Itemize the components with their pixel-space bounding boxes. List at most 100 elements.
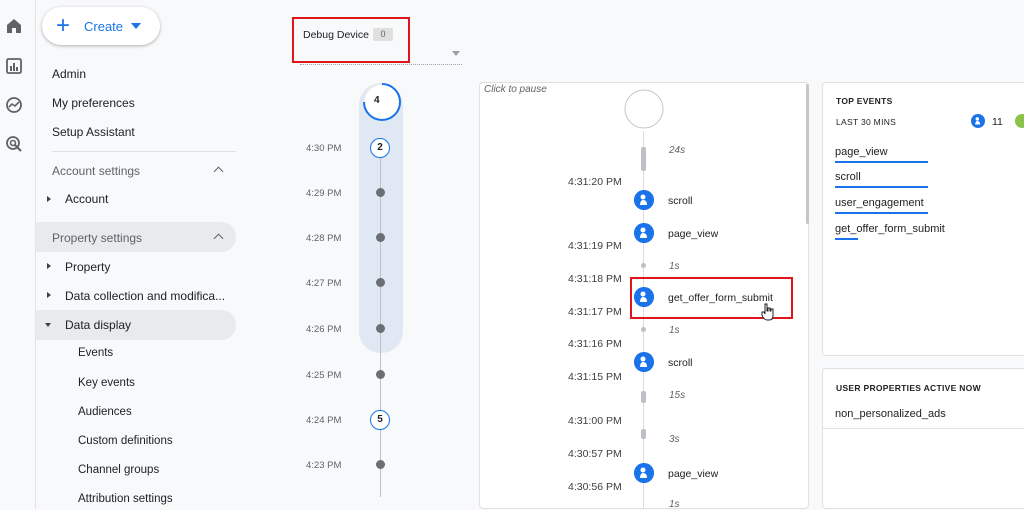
- sidebar-item-key-events[interactable]: Key events: [78, 377, 135, 389]
- minute-time: 4:28 PM: [306, 233, 342, 244]
- sidebar-item-admin[interactable]: Admin: [52, 67, 86, 81]
- top-events-title: TOP EVENTS: [836, 96, 893, 106]
- event-user-icon: [634, 223, 654, 243]
- stream-current-indicator: [624, 89, 664, 129]
- user-properties-title: USER PROPERTIES ACTIVE NOW: [836, 383, 981, 393]
- gap-label: 1s: [669, 499, 680, 510]
- event-name[interactable]: page_view: [668, 468, 718, 480]
- gap-dot: [641, 327, 646, 332]
- minute-dot[interactable]: [376, 278, 385, 287]
- top-event-bar: [835, 161, 928, 163]
- create-button[interactable]: + Create: [42, 7, 160, 45]
- hand-cursor-icon: [761, 303, 774, 321]
- admin-sidebar: + Create Admin My preferences Setup Assi…: [36, 0, 246, 509]
- dropdown-arrow-icon[interactable]: [452, 51, 460, 56]
- top-event-bar: [835, 212, 928, 214]
- second-time: 4:31:15 PM: [568, 371, 622, 383]
- second-time: 4:31:18 PM: [568, 273, 622, 285]
- gap-bar: [641, 147, 646, 171]
- expand-arrow-icon[interactable]: [47, 263, 51, 269]
- nav-rail: [0, 0, 36, 509]
- advertising-icon[interactable]: [5, 135, 23, 153]
- gap-dot: [641, 263, 646, 268]
- debug-device-select[interactable]: [300, 64, 462, 65]
- explore-icon[interactable]: [5, 96, 23, 114]
- debug-device-label: Debug Device: [303, 29, 369, 41]
- minute-time: 4:23 PM: [306, 460, 342, 471]
- second-time: 4:31:20 PM: [568, 176, 622, 188]
- reports-icon[interactable]: [5, 57, 23, 75]
- event-user-icon: [634, 352, 654, 372]
- caret-down-icon: [131, 23, 142, 29]
- home-icon[interactable]: [5, 17, 23, 35]
- top-event-item[interactable]: page_view: [835, 146, 888, 158]
- event-user-icon: [634, 287, 654, 307]
- second-time: 4:31:00 PM: [568, 415, 622, 427]
- minute-time: 4:24 PM: [306, 415, 342, 426]
- minutes-current-indicator: [363, 83, 401, 121]
- minute-time: 4:26 PM: [306, 324, 342, 335]
- minute-dot[interactable]: [376, 233, 385, 242]
- second-time: 4:31:17 PM: [568, 306, 622, 318]
- minute-time: 4:25 PM: [306, 370, 342, 381]
- event-user-icon: [634, 190, 654, 210]
- sidebar-item-data-collection[interactable]: Data collection and modifica...: [65, 289, 225, 303]
- second-time: 4:31:16 PM: [568, 338, 622, 350]
- sidebar-item-channel-groups[interactable]: Channel groups: [78, 464, 159, 476]
- plus-icon: +: [56, 12, 71, 39]
- minutes-badge-current[interactable]: 4: [374, 95, 380, 106]
- minute-dot[interactable]: [376, 188, 385, 197]
- gap-bar: [641, 391, 646, 403]
- minute-time: 4:29 PM: [306, 188, 342, 199]
- event-name[interactable]: scroll: [668, 357, 693, 369]
- sidebar-item-property[interactable]: Property: [65, 260, 110, 274]
- top-event-item[interactable]: get_offer_form_submit: [835, 223, 945, 235]
- expand-arrow-icon[interactable]: [47, 292, 51, 298]
- expand-arrow-icon[interactable]: [47, 196, 51, 202]
- sidebar-item-my-preferences[interactable]: My preferences: [52, 96, 135, 110]
- user-property-item[interactable]: non_personalized_ads: [835, 408, 946, 420]
- gap-label: 15s: [669, 390, 686, 401]
- event-name-highlighted[interactable]: get_offer_form_submit: [668, 292, 773, 304]
- top-event-item[interactable]: user_engagement: [835, 197, 924, 209]
- debug-device-count: 0: [373, 28, 393, 41]
- minute-event-badge[interactable]: 5: [370, 410, 390, 430]
- top-events-subtitle: LAST 30 MINS: [836, 117, 897, 127]
- second-time: 4:30:56 PM: [568, 481, 622, 493]
- stream-scrollbar[interactable]: [806, 84, 809, 224]
- top-event-bar: [835, 186, 928, 188]
- sidebar-item-attribution-settings[interactable]: Attribution settings: [78, 493, 173, 505]
- gap-bar: [641, 429, 646, 439]
- divider: [822, 428, 1024, 429]
- second-time: 4:30:57 PM: [568, 448, 622, 460]
- minute-time: 4:30 PM: [306, 143, 342, 154]
- second-time: 4:31:19 PM: [568, 240, 622, 252]
- collapse-arrow-icon[interactable]: [45, 323, 51, 327]
- minute-time: 4:27 PM: [306, 278, 342, 289]
- minute-dot[interactable]: [376, 460, 385, 469]
- sidebar-item-setup-assistant[interactable]: Setup Assistant: [52, 125, 135, 139]
- minute-event-badge[interactable]: 2: [370, 138, 390, 158]
- event-name[interactable]: page_view: [668, 228, 718, 240]
- key-event-count-icon: [1015, 114, 1024, 128]
- sidebar-item-events[interactable]: Events: [78, 347, 113, 359]
- sidebar-item-custom-definitions[interactable]: Custom definitions: [78, 435, 173, 447]
- minute-dot[interactable]: [376, 324, 385, 333]
- minute-dot[interactable]: [376, 370, 385, 379]
- gap-label: 3s: [669, 434, 680, 445]
- sidebar-item-data-display[interactable]: Data display: [65, 318, 131, 332]
- chevron-up-icon[interactable]: [213, 166, 224, 177]
- stream-line: [643, 131, 644, 509]
- sidebar-item-audiences[interactable]: Audiences: [78, 406, 132, 418]
- section-account-settings[interactable]: Account settings: [52, 164, 140, 178]
- minutes-track: [359, 83, 403, 353]
- click-to-pause-label[interactable]: Click to pause: [484, 84, 547, 95]
- gap-label: 1s: [669, 325, 680, 336]
- event-name[interactable]: scroll: [668, 195, 693, 207]
- top-event-item[interactable]: scroll: [835, 171, 861, 183]
- sidebar-item-account[interactable]: Account: [65, 192, 108, 206]
- gap-label: 1s: [669, 261, 680, 272]
- user-count: 11: [992, 116, 1003, 128]
- section-property-settings[interactable]: Property settings: [52, 231, 142, 245]
- gap-label: 24s: [669, 145, 686, 156]
